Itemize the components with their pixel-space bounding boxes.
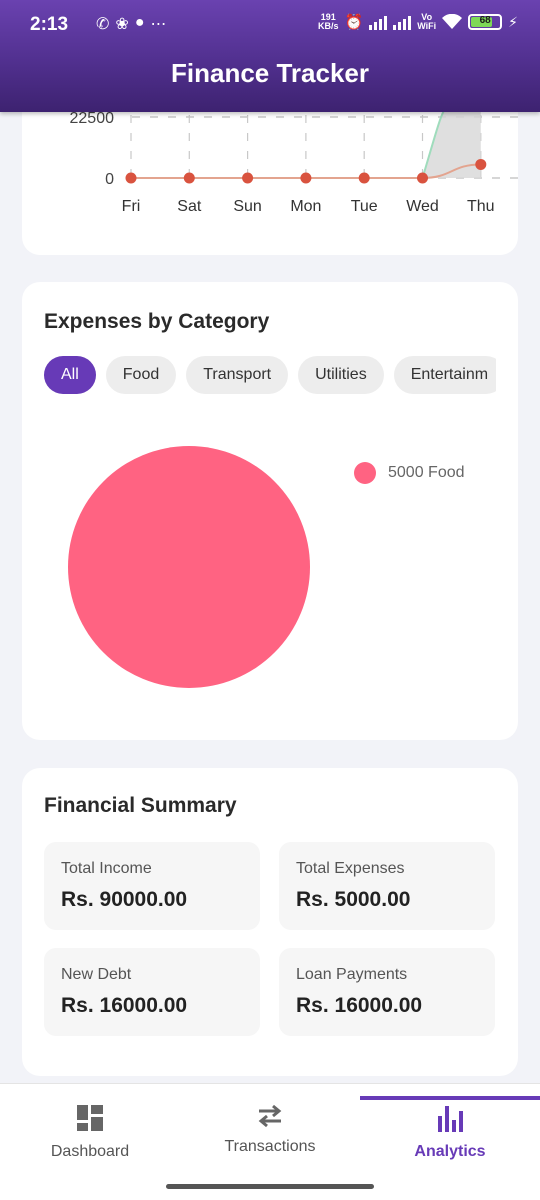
bar-chart-icon bbox=[438, 1106, 463, 1132]
data-point-tue bbox=[358, 172, 370, 184]
nav-dashboard[interactable]: Dashboard bbox=[0, 1084, 180, 1184]
nav-analytics[interactable]: Analytics bbox=[360, 1084, 540, 1184]
x-tick-label: Sun bbox=[233, 198, 261, 215]
whatsapp-icon: ✆ bbox=[96, 16, 110, 33]
category-filter-chips: All Food Transport Utilities Entertainm bbox=[44, 356, 496, 396]
data-point-sun bbox=[242, 172, 254, 184]
bottom-navigation: Dashboard Transactions Analytics bbox=[0, 1083, 540, 1200]
pie-legend: 5000 Food bbox=[354, 462, 465, 484]
nav-label-analytics: Analytics bbox=[414, 1143, 486, 1160]
nav-transactions[interactable]: Transactions bbox=[180, 1084, 360, 1184]
stat-value: Rs. 16000.00 bbox=[296, 994, 423, 1017]
legend-swatch-food bbox=[354, 462, 376, 484]
x-tick-label: Fri bbox=[122, 198, 141, 215]
stat-label: Loan Payments bbox=[296, 966, 408, 983]
stat-total-expenses: Total Expenses Rs. 5000.00 bbox=[279, 842, 495, 930]
snapchat-icon: ● bbox=[134, 14, 145, 31]
stat-label: New Debt bbox=[61, 966, 132, 983]
stat-total-income: Total Income Rs. 90000.00 bbox=[44, 842, 260, 930]
stat-value: Rs. 16000.00 bbox=[61, 994, 188, 1017]
nav-label-dashboard: Dashboard bbox=[50, 1143, 130, 1160]
data-point-thu bbox=[475, 158, 487, 170]
pinwheel-icon: ❀ bbox=[115, 16, 129, 33]
home-gesture-bar bbox=[166, 1184, 374, 1189]
filter-chip-entertainment[interactable]: Entertainm bbox=[393, 356, 496, 394]
x-tick-label: Tue bbox=[351, 198, 378, 215]
more-dots-icon: ⋯ bbox=[150, 16, 167, 33]
legend-label-food: 5000 Food bbox=[388, 464, 465, 481]
dashboard-icon bbox=[77, 1105, 103, 1131]
battery-icon: 68 bbox=[468, 14, 503, 30]
page-title: Finance Tracker bbox=[171, 58, 369, 88]
status-time: 2:13 bbox=[30, 14, 69, 35]
x-tick-label: Sat bbox=[177, 198, 202, 215]
filter-chip-food[interactable]: Food bbox=[105, 356, 177, 394]
status-bar: 2:13 ✆ ❀ ● ⋯ 191 KB/s ⏰ Vo WiFi 68 ⚡ bbox=[0, 0, 540, 50]
filter-chip-all[interactable]: All bbox=[44, 356, 96, 394]
pie-slice-food bbox=[68, 446, 310, 688]
stat-value: Rs. 5000.00 bbox=[296, 888, 411, 911]
filter-chip-transport[interactable]: Transport bbox=[186, 356, 289, 394]
data-point-sat bbox=[183, 172, 195, 184]
data-point-fri bbox=[125, 172, 137, 184]
expenses-by-category-card: Expenses by Category All Food Transport Uti… bbox=[22, 282, 518, 740]
wifi-icon bbox=[442, 14, 463, 29]
app-header: 2:13 ✆ ❀ ● ⋯ 191 KB/s ⏰ Vo WiFi 68 ⚡ Fin… bbox=[0, 0, 540, 112]
financial-summary-card: Financial Summary Total Income Rs. 90000… bbox=[22, 768, 518, 1076]
filter-chip-utilities[interactable]: Utilities bbox=[298, 356, 384, 394]
signal-icon bbox=[369, 14, 388, 30]
y-tick-label: 22500 bbox=[70, 110, 115, 127]
x-tick-label: Thu bbox=[467, 198, 495, 215]
data-point-mon bbox=[300, 172, 312, 184]
charging-icon: ⚡ bbox=[508, 13, 518, 30]
notification-icons: ✆ ❀ ● ⋯ bbox=[96, 14, 166, 34]
status-right-icons: 191 KB/s ⏰ Vo WiFi 68 ⚡ bbox=[318, 12, 518, 32]
nav-label-transactions: Transactions bbox=[224, 1138, 316, 1155]
summary-title: Financial Summary bbox=[44, 794, 237, 817]
category-card-title: Expenses by Category bbox=[44, 310, 270, 333]
network-speed: 191 KB/s bbox=[318, 12, 339, 31]
y-tick-label: 0 bbox=[105, 171, 114, 188]
stat-loan-payments: Loan Payments Rs. 16000.00 bbox=[279, 948, 495, 1036]
alarm-off-icon: ⏰ bbox=[344, 14, 364, 31]
stat-new-debt: New Debt Rs. 16000.00 bbox=[44, 948, 260, 1036]
data-point-wed bbox=[417, 172, 428, 184]
area-fill bbox=[422, 110, 481, 178]
vowifi-label: Vo WiFi bbox=[417, 12, 437, 31]
swap-arrows-icon bbox=[258, 1104, 282, 1128]
stat-label: Total Income bbox=[61, 860, 152, 877]
stat-value: Rs. 90000.00 bbox=[61, 888, 188, 911]
x-tick-label: Mon bbox=[290, 198, 321, 215]
x-tick-label: Wed bbox=[406, 198, 439, 215]
signal-icon-2 bbox=[393, 14, 412, 30]
category-pie-chart bbox=[68, 446, 310, 688]
stat-label: Total Expenses bbox=[296, 860, 405, 877]
